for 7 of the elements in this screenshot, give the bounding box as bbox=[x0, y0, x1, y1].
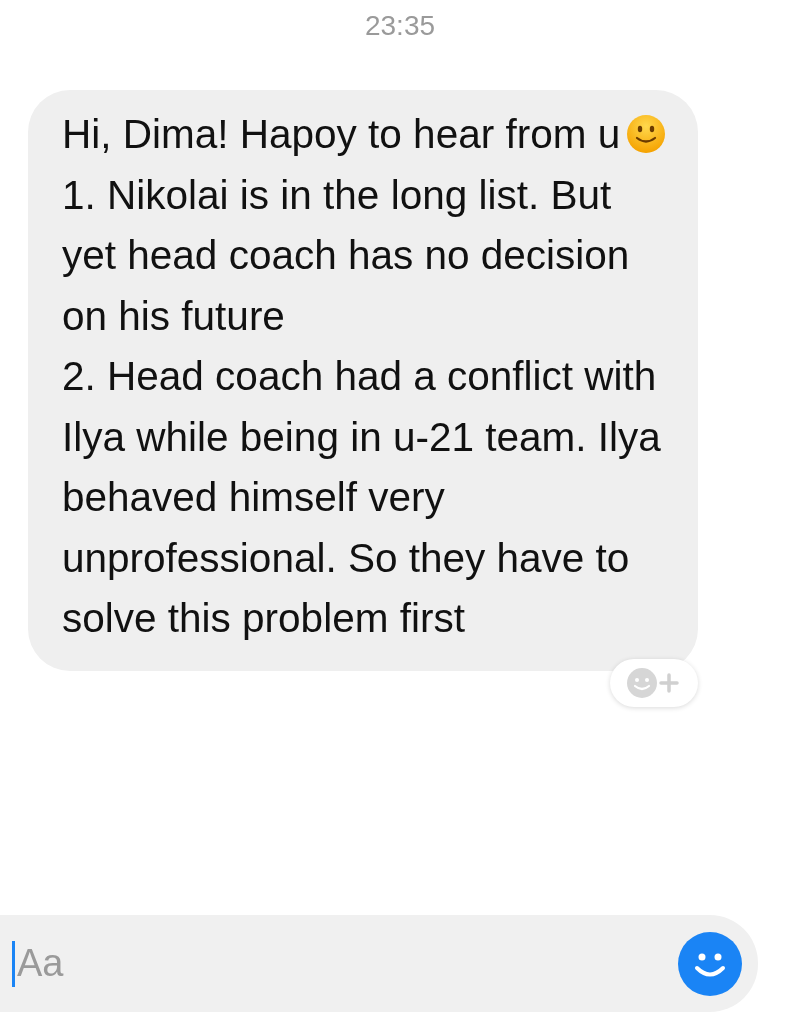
message-text: 1. Nikolai is in the long list. But yet head coach has no decision on his future bbox=[62, 171, 630, 339]
smiley-icon bbox=[678, 932, 742, 996]
message-text: Hi, Dima! Hapoy to hear from u bbox=[62, 111, 621, 157]
emoji-button[interactable] bbox=[678, 932, 742, 996]
timestamp: 23:35 bbox=[364, 9, 436, 43]
message-text: 2. Head coach had a conflict with Ilya while being in u-21 team. Ilya behaved himself very unprofessional. So they have to solve this problem first bbox=[62, 353, 661, 641]
message-input[interactable]: Aa bbox=[15, 942, 217, 985]
